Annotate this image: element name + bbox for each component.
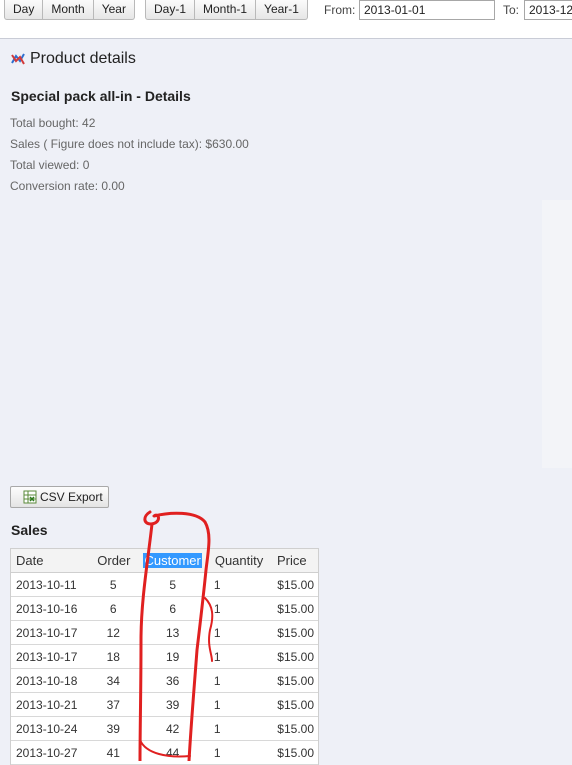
table-row: 2013-10-21 37 39 1 $15.00: [10, 692, 319, 717]
cell-date: 2013-10-11: [10, 572, 90, 597]
stat-conversion-rate: Conversion rate: 0.00: [10, 179, 125, 193]
cell-price: $15.00: [270, 596, 319, 621]
stat-sales: Sales ( Figure does not include tax): $6…: [10, 137, 249, 151]
cell-quantity: 1: [208, 596, 271, 621]
cell-date: 2013-10-17: [10, 644, 90, 669]
cell-order: 12: [90, 620, 137, 645]
cell-order: 37: [90, 692, 137, 717]
cell-date: 2013-10-17: [10, 620, 90, 645]
selected-text-highlight: Customer: [143, 552, 202, 568]
product-stats-icon: [11, 53, 25, 65]
cell-price: $15.00: [270, 644, 319, 669]
cell-price: $15.00: [270, 572, 319, 597]
cell-customer: 36: [136, 668, 209, 693]
table-row: 2013-10-17 12 13 1 $15.00: [10, 620, 319, 645]
month-button[interactable]: Month: [43, 0, 94, 20]
cell-order: 5: [90, 572, 137, 597]
cell-date: 2013-10-21: [10, 692, 90, 717]
cell-price: $15.00: [270, 692, 319, 717]
cell-date: 2013-10-18: [10, 668, 90, 693]
day-button[interactable]: Day: [4, 0, 44, 20]
stat-total-viewed: Total viewed: 0: [10, 158, 90, 172]
cell-quantity: 1: [208, 716, 271, 741]
year-minus-1-button[interactable]: Year-1: [256, 0, 308, 20]
cell-order: 6: [90, 596, 137, 621]
table-row: 2013-10-11 5 5 1 $15.00: [10, 572, 319, 597]
offset-button-group: Day-1 Month-1 Year-1: [145, 0, 308, 20]
cell-date: 2013-10-16: [10, 596, 90, 621]
table-row: 2013-10-24 39 42 1 $15.00: [10, 716, 319, 741]
csv-export-label: CSV Export: [40, 490, 103, 504]
cell-date: 2013-10-24: [10, 716, 90, 741]
sales-table: Date Order Customer Quantity Price 2013-…: [10, 548, 319, 765]
cell-customer: 19: [136, 644, 209, 669]
column-header-quantity[interactable]: Quantity: [208, 548, 271, 573]
from-date-input[interactable]: [359, 0, 495, 20]
column-header-customer[interactable]: Customer: [136, 548, 209, 573]
to-label: To:: [503, 3, 520, 17]
cell-customer: 13: [136, 620, 209, 645]
day-minus-1-button[interactable]: Day-1: [145, 0, 196, 20]
cell-price: $15.00: [270, 668, 319, 693]
cell-quantity: 1: [208, 692, 271, 717]
month-minus-1-button[interactable]: Month-1: [195, 0, 257, 20]
year-button[interactable]: Year: [93, 0, 135, 20]
cell-order: 39: [90, 716, 137, 741]
cell-quantity: 1: [208, 620, 271, 645]
cell-customer: 39: [136, 692, 209, 717]
column-header-date[interactable]: Date: [10, 548, 90, 573]
page-heading: Product details: [10, 50, 136, 68]
range-button-group: Day Month Year: [4, 0, 135, 20]
side-panel: [542, 200, 572, 468]
cell-price: $15.00: [270, 716, 319, 741]
spreadsheet-icon: [23, 490, 37, 504]
product-subtitle: Special pack all-in - Details: [11, 88, 191, 104]
cell-customer: 42: [136, 716, 209, 741]
page-title: Product details: [30, 50, 136, 67]
from-label: From:: [324, 3, 356, 17]
sales-section-title: Sales: [11, 522, 48, 538]
cell-quantity: 1: [208, 644, 271, 669]
cell-order: 34: [90, 668, 137, 693]
cell-order: 18: [90, 644, 137, 669]
column-header-order[interactable]: Order: [90, 548, 137, 573]
column-header-price[interactable]: Price: [270, 548, 319, 573]
table-row: 2013-10-18 34 36 1 $15.00: [10, 668, 319, 693]
to-date-input[interactable]: [524, 0, 572, 20]
csv-export-button[interactable]: CSV Export: [10, 486, 109, 508]
cell-customer: 5: [136, 572, 209, 597]
cell-quantity: 1: [208, 668, 271, 693]
cell-quantity: 1: [208, 572, 271, 597]
table-row: 2013-10-17 18 19 1 $15.00: [10, 644, 319, 669]
sales-table-container: Date Order Customer Quantity Price 2013-…: [10, 548, 319, 765]
table-header-row: Date Order Customer Quantity Price: [10, 548, 319, 573]
stat-total-bought: Total bought: 42: [10, 116, 96, 130]
table-row: 2013-10-16 6 6 1 $15.00: [10, 596, 319, 621]
cell-customer: 6: [136, 596, 209, 621]
date-toolbar: Day Month Year Day-1 Month-1 Year-1 From…: [0, 0, 572, 39]
cell-price: $15.00: [270, 620, 319, 645]
